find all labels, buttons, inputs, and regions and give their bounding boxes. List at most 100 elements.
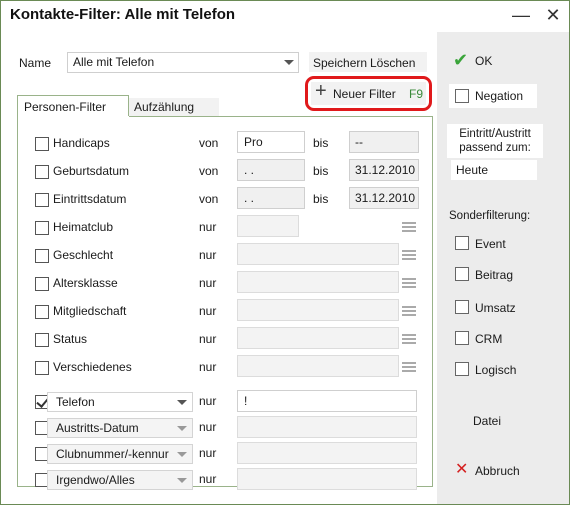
special-filter-beitrag[interactable]: Beitrag bbox=[455, 267, 545, 285]
row-value[interactable] bbox=[237, 442, 417, 464]
delete-button[interactable]: Löschen bbox=[370, 56, 415, 70]
row-checkbox[interactable] bbox=[35, 193, 49, 207]
row-value-to[interactable]: 31.12.2010 bbox=[349, 187, 419, 209]
filter-row: Handicaps von Pro bis -- bbox=[19, 130, 429, 156]
row-checkbox[interactable] bbox=[35, 221, 49, 235]
negation-toggle[interactable]: Negation bbox=[449, 84, 537, 108]
name-dropdown-button[interactable] bbox=[281, 52, 299, 73]
cancel-button[interactable]: ✕ Abbruch bbox=[455, 461, 545, 480]
save-button[interactable]: Speichern bbox=[313, 56, 367, 70]
tab-aufzaehlung[interactable]: Aufzählung bbox=[129, 98, 219, 117]
row-field-select[interactable]: Irgendwo/Alles bbox=[47, 470, 193, 490]
file-button[interactable]: Datei bbox=[473, 414, 501, 428]
special-filter-label: Event bbox=[475, 237, 506, 251]
list-menu-icon[interactable] bbox=[402, 360, 416, 372]
special-filter-checkbox[interactable] bbox=[455, 362, 469, 376]
filter-panel: Name Alle mit Telefon Speichern Löschen … bbox=[3, 32, 436, 504]
cancel-label: Abbruch bbox=[475, 464, 520, 478]
list-menu-icon[interactable] bbox=[402, 248, 416, 260]
row-value[interactable] bbox=[237, 355, 399, 377]
row-value[interactable] bbox=[237, 243, 399, 265]
date-select[interactable]: Heute bbox=[451, 160, 537, 180]
special-filter-label: CRM bbox=[475, 332, 503, 346]
special-filter-checkbox[interactable] bbox=[455, 300, 469, 314]
special-filter-logisch[interactable]: Logisch bbox=[455, 362, 545, 380]
special-filter-umsatz[interactable]: Umsatz bbox=[455, 300, 545, 318]
row-value-from[interactable]: Pro bbox=[237, 131, 305, 153]
row-value-to[interactable]: -- bbox=[349, 131, 419, 153]
row-value[interactable] bbox=[237, 416, 417, 438]
row-operator: nur bbox=[199, 220, 217, 234]
row-to-label: bis bbox=[313, 164, 329, 178]
row-operator: von bbox=[199, 136, 219, 150]
negation-checkbox[interactable] bbox=[455, 89, 469, 103]
list-menu-icon[interactable] bbox=[402, 276, 416, 288]
filter-row: Geschlecht nur bbox=[19, 242, 429, 268]
special-filter-event[interactable]: Event bbox=[455, 236, 545, 254]
filter-row: Status nur bbox=[19, 326, 429, 352]
action-panel: ✔ OK Negation Eintritt/Austritt passend … bbox=[437, 32, 569, 504]
special-filter-label: Umsatz bbox=[475, 301, 516, 315]
negation-label: Negation bbox=[475, 89, 524, 103]
row-checkbox[interactable] bbox=[35, 361, 49, 375]
title-bar: Kontakte-Filter: Alle mit Telefon — ✕ bbox=[1, 1, 569, 31]
row-value[interactable] bbox=[237, 271, 399, 293]
row-value[interactable] bbox=[237, 215, 299, 237]
filter-row: Altersklasse nur bbox=[19, 270, 429, 296]
row-value[interactable]: ! bbox=[237, 390, 417, 412]
row-field-select[interactable]: Austritts-Datum bbox=[47, 418, 193, 438]
row-label: Verschiedenes bbox=[53, 360, 132, 374]
chevron-down-icon bbox=[177, 426, 187, 431]
chevron-down-icon bbox=[284, 60, 294, 65]
row-checkbox[interactable] bbox=[35, 165, 49, 179]
tab-personen-filter-label: Personen-Filter bbox=[24, 100, 107, 114]
row-operator: nur bbox=[199, 248, 217, 262]
list-menu-icon[interactable] bbox=[402, 332, 416, 344]
new-filter-label: Neuer Filter bbox=[333, 87, 396, 101]
row-field-select-value: Clubnummer/-kennur bbox=[56, 447, 169, 461]
name-label: Name bbox=[19, 56, 52, 70]
chevron-down-icon bbox=[177, 478, 187, 483]
new-filter-button[interactable]: + Neuer Filter F9 bbox=[311, 80, 426, 105]
row-field-select-value: Telefon bbox=[56, 395, 95, 409]
row-checkbox[interactable] bbox=[35, 137, 49, 151]
filter-row: Eintrittsdatum von . . bis 31.12.2010 bbox=[19, 186, 429, 212]
row-checkbox[interactable] bbox=[35, 249, 49, 263]
list-menu-icon[interactable] bbox=[402, 304, 416, 316]
checkmark-icon: ✔ bbox=[453, 50, 469, 70]
row-value[interactable] bbox=[237, 468, 417, 490]
date-select-value: Heute bbox=[456, 163, 489, 177]
new-filter-shortcut: F9 bbox=[409, 87, 424, 101]
special-filter-crm[interactable]: CRM bbox=[455, 331, 545, 349]
row-label: Eintrittsdatum bbox=[53, 192, 127, 206]
row-field-select[interactable]: Clubnummer/-kennur bbox=[47, 444, 193, 464]
row-value[interactable] bbox=[237, 299, 399, 321]
filter-row: Heimatclub nur bbox=[19, 214, 429, 240]
row-checkbox[interactable] bbox=[35, 333, 49, 347]
row-value-to[interactable]: 31.12.2010 bbox=[349, 159, 419, 181]
list-menu-icon[interactable] bbox=[402, 220, 416, 232]
close-button[interactable]: ✕ bbox=[539, 5, 567, 27]
row-value[interactable] bbox=[237, 327, 399, 349]
special-filter-label: Logisch bbox=[475, 363, 517, 377]
row-field-select-value: Austritts-Datum bbox=[56, 421, 139, 435]
minimize-button[interactable]: — bbox=[507, 5, 535, 27]
special-filter-checkbox[interactable] bbox=[455, 236, 469, 250]
filter-row: Mitgliedschaft nur bbox=[19, 298, 429, 324]
row-field-select[interactable]: Telefon bbox=[47, 392, 193, 412]
row-value-from[interactable]: . . bbox=[237, 187, 305, 209]
ok-label: OK bbox=[475, 54, 493, 68]
tab-personen-filter[interactable]: Personen-Filter bbox=[17, 95, 129, 117]
special-filter-checkbox[interactable] bbox=[455, 267, 469, 281]
name-select[interactable]: Alle mit Telefon bbox=[67, 52, 283, 73]
row-label: Status bbox=[53, 332, 88, 346]
row-checkbox[interactable] bbox=[35, 305, 49, 319]
window-title: Kontakte-Filter: Alle mit Telefon bbox=[10, 6, 236, 23]
row-checkbox[interactable] bbox=[35, 277, 49, 291]
row-value-from[interactable]: . . bbox=[237, 159, 305, 181]
chevron-down-icon bbox=[177, 452, 187, 457]
chevron-down-icon bbox=[177, 400, 187, 405]
date-caption: Eintritt/Austritt passend zum: bbox=[447, 124, 543, 158]
special-filter-checkbox[interactable] bbox=[455, 331, 469, 345]
row-label: Geschlecht bbox=[53, 248, 114, 262]
